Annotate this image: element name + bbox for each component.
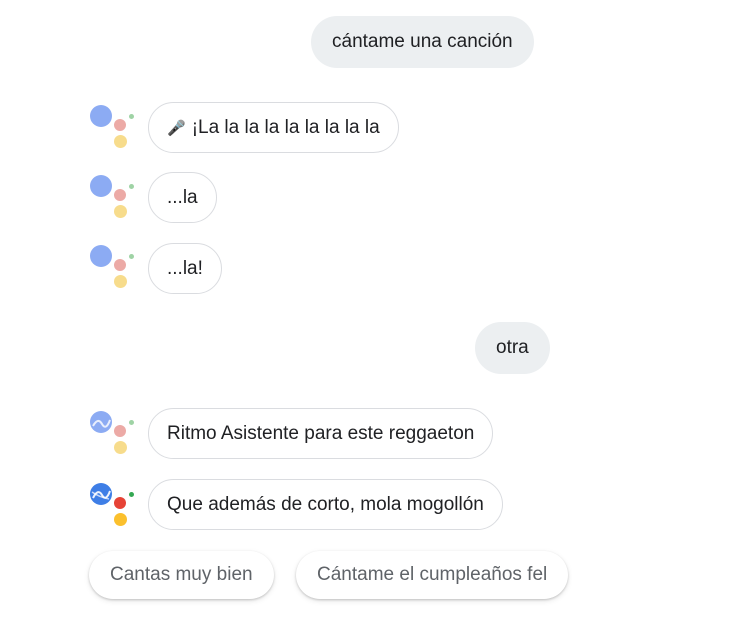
microphone-icon: 🎤: [167, 120, 186, 137]
assistant-message-text: Ritmo Asistente para este reggaeton: [167, 423, 475, 444]
assistant-message-bubble: Ritmo Asistente para este reggaeton: [148, 408, 494, 459]
google-assistant-logo-icon: [90, 411, 138, 459]
user-message-bubble: otra: [475, 322, 550, 374]
google-assistant-logo-icon: [90, 245, 138, 293]
suggestion-chips: Cantas muy bien Cántame el cumpleaños fe…: [0, 545, 572, 615]
google-assistant-logo-icon: [90, 175, 138, 223]
assistant-message-bubble: Que además de corto, mola mogollón: [148, 479, 503, 530]
assistant-message-text: Que además de corto, mola mogollón: [167, 494, 484, 515]
assistant-message-text: ...la!: [167, 258, 203, 279]
suggestion-chip[interactable]: Cántame el cumpleaños fel: [296, 551, 569, 599]
assistant-message-bubble: ...la!: [148, 243, 222, 294]
user-message-bubble: cántame una canción: [311, 16, 534, 68]
assistant-message-text: ¡La la la la la la la la la: [191, 117, 380, 138]
assistant-message-text: ...la: [167, 187, 198, 208]
assistant-message-bubble: 🎤 ¡La la la la la la la la la: [148, 102, 399, 153]
google-assistant-logo-icon: [90, 105, 138, 153]
suggestion-chip[interactable]: Cantas muy bien: [89, 551, 274, 599]
assistant-message-bubble: ...la: [148, 172, 217, 223]
google-assistant-logo-icon: [90, 483, 138, 531]
